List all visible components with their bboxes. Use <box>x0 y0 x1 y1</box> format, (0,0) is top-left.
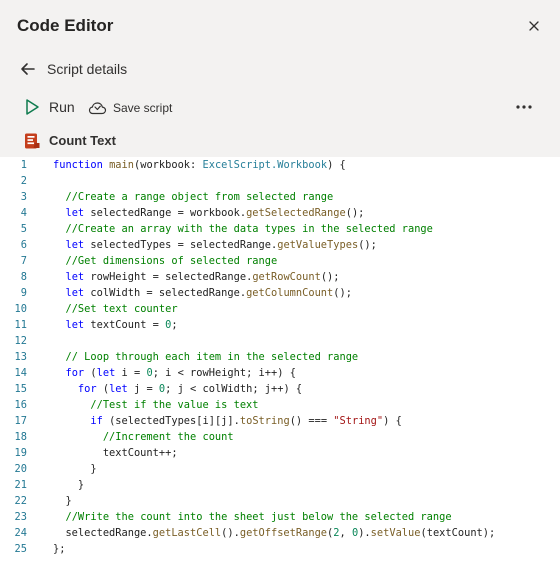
code-line: 14 for (let i = 0; i < rowHeight; i++) { <box>0 365 560 381</box>
script-title-row: Count Text <box>23 129 116 153</box>
script-name: Count Text <box>49 133 116 148</box>
code-line: 8 let rowHeight = selectedRange.getRowCo… <box>0 269 560 285</box>
script-details-label: Script details <box>47 61 128 77</box>
code-text: function main(workbook: ExcelScript.Work… <box>53 159 346 171</box>
code-line: 22 } <box>0 493 560 509</box>
code-line: 21 } <box>0 477 560 493</box>
code-text: //Create a range object from selected ra… <box>65 191 334 203</box>
code-text: } <box>53 479 85 491</box>
code-text: for (let i = 0; i < rowHeight; i++) { <box>65 367 296 379</box>
code-editor[interactable]: 1 function main(workbook: ExcelScript.Wo… <box>0 157 560 575</box>
code-editor-panel: Code Editor Script details Run Save scri… <box>0 0 560 575</box>
save-script-button[interactable]: Save script <box>88 95 172 121</box>
line-number: 19 <box>14 447 27 459</box>
line-number: 13 <box>14 351 27 363</box>
code-text: } <box>53 463 97 475</box>
line-number: 21 <box>14 479 27 491</box>
cloud-save-icon <box>88 102 107 115</box>
line-number: 6 <box>20 239 27 251</box>
code-line: 10 //Set text counter <box>0 301 560 317</box>
code-line: 4 let selectedRange = workbook.getSelect… <box>0 205 560 221</box>
panel-title: Code Editor <box>17 16 114 35</box>
more-options-button[interactable] <box>510 95 538 119</box>
code-text: }; <box>53 543 66 555</box>
line-number: 11 <box>14 319 27 331</box>
line-number: 17 <box>14 415 27 427</box>
code-line: 15 for (let j = 0; j < colWidth; j++) { <box>0 381 560 397</box>
code-text: } <box>53 495 72 507</box>
code-line: 25 }; <box>0 541 560 557</box>
line-number: 9 <box>20 287 27 299</box>
line-number: 7 <box>20 255 27 267</box>
line-number: 10 <box>14 303 27 315</box>
code-line: 7 //Get dimensions of selected range <box>0 253 560 269</box>
code-lines: 1 function main(workbook: ExcelScript.Wo… <box>0 157 560 557</box>
arrow-left-icon <box>21 63 35 75</box>
code-line: 3 //Create a range object from selected … <box>0 189 560 205</box>
code-text: //Set text counter <box>65 303 178 315</box>
script-details-link[interactable]: Script details <box>18 56 127 82</box>
code-line: 6 let selectedTypes = selectedRange.getV… <box>0 237 560 253</box>
code-text: //Write the count into the sheet just be… <box>65 511 452 523</box>
code-line: 24 selectedRange.getLastCell().getOffset… <box>0 525 560 541</box>
code-text: let rowHeight = selectedRange.getRowCoun… <box>65 271 340 283</box>
line-number: 25 <box>14 543 27 555</box>
code-line: 19 textCount++; <box>0 445 560 461</box>
line-number: 18 <box>14 431 27 443</box>
code-text: let selectedTypes = selectedRange.getVal… <box>65 239 377 251</box>
code-line: 17 if (selectedTypes[i][j].toString() ==… <box>0 413 560 429</box>
line-number: 15 <box>14 383 27 395</box>
line-number: 1 <box>20 159 27 171</box>
close-button[interactable] <box>520 12 548 40</box>
line-number: 14 <box>14 367 27 379</box>
code-text: for (let j = 0; j < colWidth; j++) { <box>77 383 303 395</box>
close-icon <box>529 21 539 31</box>
code-text: let selectedRange = workbook.getSelected… <box>65 207 365 219</box>
more-icon <box>516 105 532 109</box>
code-line: 12 <box>0 333 560 349</box>
code-line: 1 function main(workbook: ExcelScript.Wo… <box>0 157 560 173</box>
line-number: 12 <box>14 335 27 347</box>
code-line: 11 let textCount = 0; <box>0 317 560 333</box>
code-line: 18 //Increment the count <box>0 429 560 445</box>
line-number: 5 <box>20 223 27 235</box>
code-text: let colWidth = selectedRange.getColumnCo… <box>65 287 352 299</box>
code-line: 9 let colWidth = selectedRange.getColumn… <box>0 285 560 301</box>
line-number: 2 <box>20 175 27 187</box>
code-text: //Get dimensions of selected range <box>65 255 278 267</box>
line-number: 4 <box>20 207 27 219</box>
line-number: 16 <box>14 399 27 411</box>
code-text: selectedRange.getLastCell().getOffsetRan… <box>53 527 496 539</box>
code-text: //Create an array with the data types in… <box>65 223 433 235</box>
editor-header-area: Code Editor Script details Run Save scri… <box>0 0 560 157</box>
code-text: let textCount = 0; <box>65 319 178 331</box>
line-number: 3 <box>20 191 27 203</box>
line-number: 23 <box>14 511 27 523</box>
script-icon <box>25 133 40 149</box>
line-number: 24 <box>14 527 27 539</box>
code-text: if (selectedTypes[i][j].toString() === "… <box>90 415 402 427</box>
code-line: 13 // Loop through each item in the sele… <box>0 349 560 365</box>
line-number: 8 <box>20 271 27 283</box>
code-text: //Increment the count <box>102 431 234 443</box>
code-line: 16 //Test if the value is text <box>0 397 560 413</box>
code-line: 5 //Create an array with the data types … <box>0 221 560 237</box>
code-line: 23 //Write the count into the sheet just… <box>0 509 560 525</box>
line-number: 20 <box>14 463 27 475</box>
run-button[interactable]: Run <box>24 94 75 120</box>
code-text: // Loop through each item in the selecte… <box>65 351 359 363</box>
save-script-label: Save script <box>113 101 173 115</box>
line-number: 22 <box>14 495 27 507</box>
code-line: 20 } <box>0 461 560 477</box>
code-text: textCount++; <box>53 447 178 459</box>
code-line: 2 <box>0 173 560 189</box>
code-text: //Test if the value is text <box>90 399 259 411</box>
run-label: Run <box>49 99 75 115</box>
play-icon <box>26 99 39 115</box>
